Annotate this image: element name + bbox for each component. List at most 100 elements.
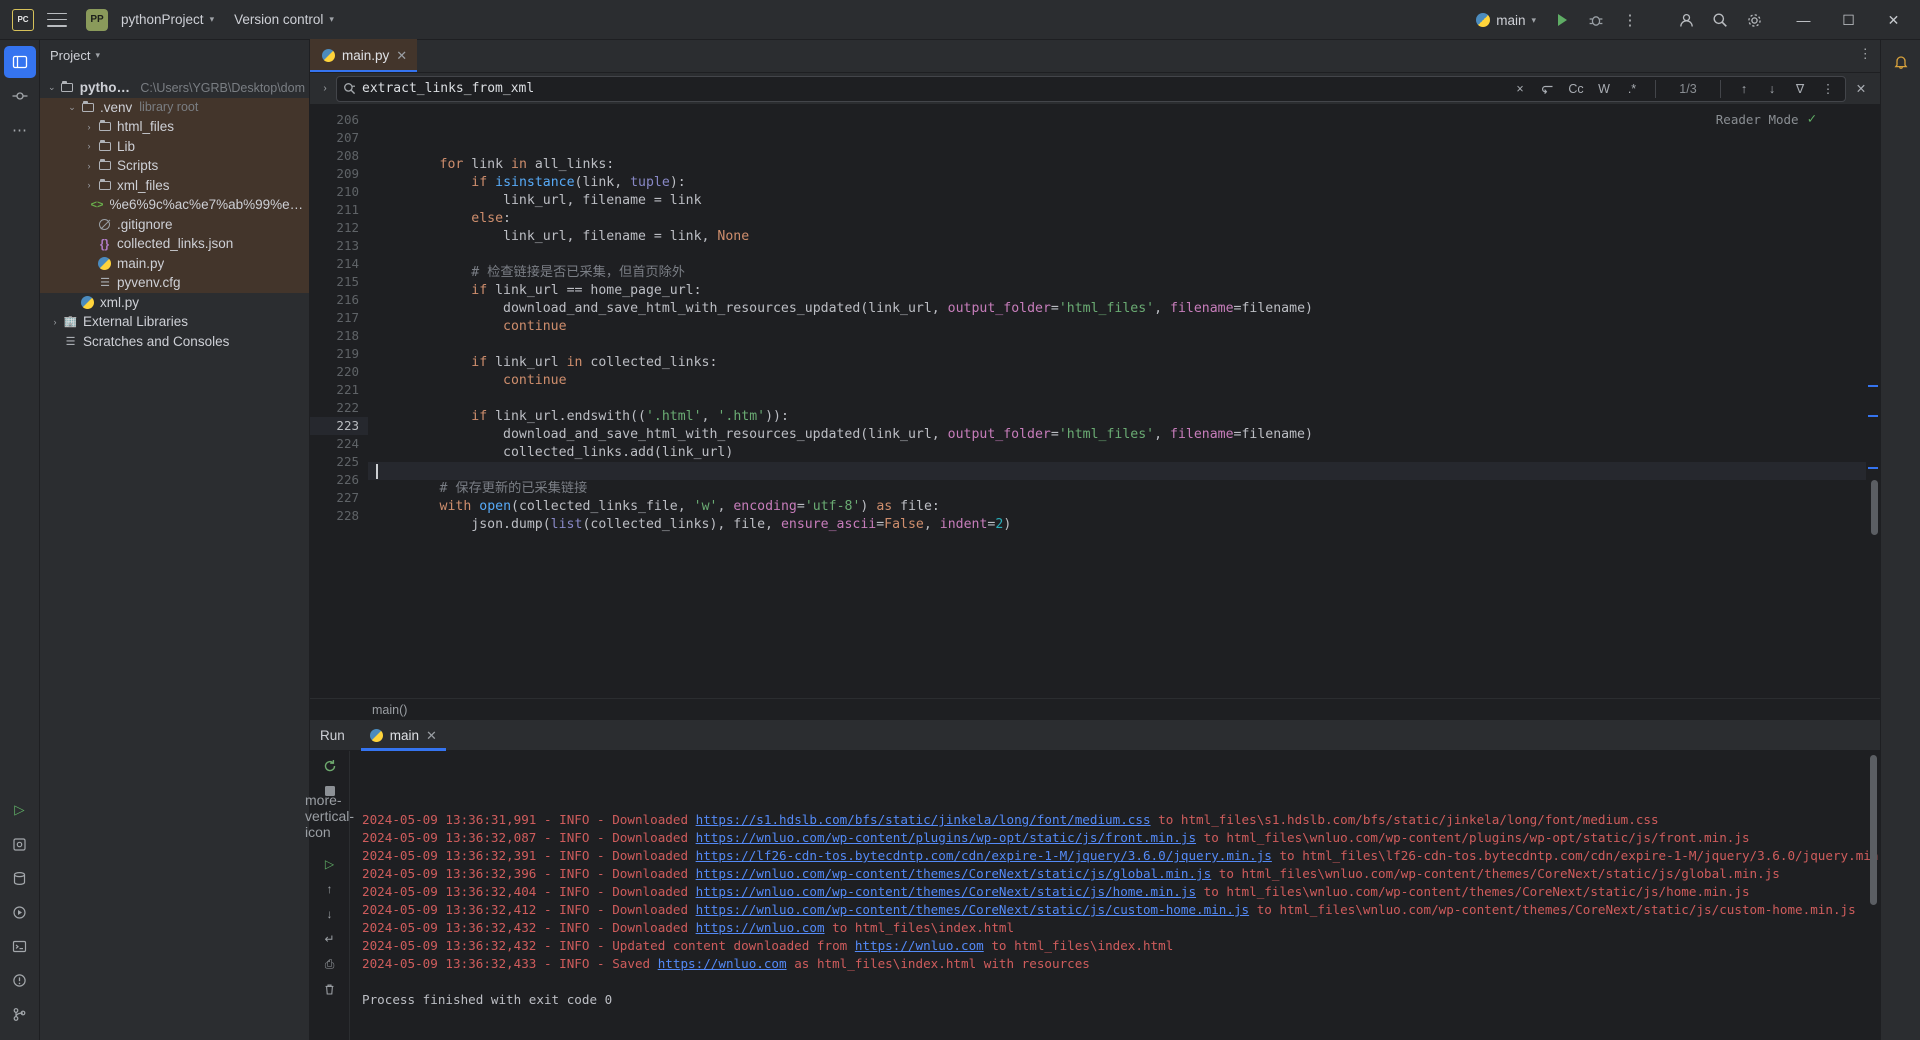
code-line[interactable]: # 检查链接是否已采集，但首页除外: [368, 264, 1866, 282]
code-line[interactable]: link_url, filename = link, None: [368, 228, 1866, 246]
expand-find-icon[interactable]: ›: [314, 83, 336, 94]
inspections-ok-icon[interactable]: ✓: [1808, 111, 1816, 127]
line-number[interactable]: 228: [310, 507, 368, 525]
editor-tab-main-py[interactable]: main.py ✕: [310, 39, 418, 72]
trash-icon[interactable]: [319, 978, 341, 1000]
version-control-menu[interactable]: Version control ▾: [226, 6, 342, 34]
code-line[interactable]: [368, 246, 1866, 264]
sidebar-item-python-packages[interactable]: [4, 828, 36, 860]
line-number[interactable]: 208: [310, 147, 368, 165]
close-icon[interactable]: ✕: [426, 728, 437, 744]
editor-tab-options-icon[interactable]: ⋮: [1859, 46, 1873, 62]
code-line[interactable]: [368, 336, 1866, 354]
line-number[interactable]: 221: [310, 381, 368, 399]
run-console-output[interactable]: 2024-05-09 13:36:31,991 - INFO - Downloa…: [350, 751, 1880, 1040]
console-link[interactable]: https://wnluo.com: [855, 938, 984, 953]
account-icon[interactable]: [1669, 3, 1703, 37]
tree-item-pyvenv-cfg[interactable]: ☰ pyvenv.cfg: [40, 273, 309, 293]
project-panel-header[interactable]: Project ▾: [40, 40, 309, 70]
console-link[interactable]: https://wnluo.com/wp-content/themes/Core…: [696, 884, 1196, 899]
code-line[interactable]: download_and_save_html_with_resources_up…: [368, 300, 1866, 318]
code-line[interactable]: download_and_save_html_with_resources_up…: [368, 426, 1866, 444]
tree-item-collected-links-json[interactable]: {} collected_links.json: [40, 234, 309, 254]
console-link[interactable]: https://wnluo.com/wp-content/plugins/wp-…: [696, 830, 1196, 845]
project-tree[interactable]: ⌄pythonProjectC:\Users\YGRB\Desktop\dom⌄…: [40, 70, 309, 1040]
line-number[interactable]: 227: [310, 489, 368, 507]
match-case-button[interactable]: Cc: [1565, 78, 1587, 100]
line-number[interactable]: 206: [310, 111, 368, 129]
line-number[interactable]: 220: [310, 363, 368, 381]
close-find-icon[interactable]: ✕: [1850, 78, 1872, 100]
chevron-right-icon[interactable]: ›: [82, 122, 96, 132]
tree-item-external-libraries[interactable]: › 🏢 External Libraries: [40, 312, 309, 332]
rerun-icon[interactable]: [319, 755, 341, 777]
more-actions-icon[interactable]: ⋮: [1613, 3, 1647, 37]
tree-item-gitignore[interactable]: .gitignore: [40, 214, 309, 234]
console-scrollbar[interactable]: [1870, 755, 1877, 905]
line-number[interactable]: 210: [310, 183, 368, 201]
chevron-right-icon[interactable]: ›: [48, 317, 62, 327]
print-icon[interactable]: ⎙: [319, 953, 341, 975]
console-link[interactable]: https://lf26-cdn-tos.bytecdntp.com/cdn/e…: [696, 848, 1272, 863]
line-number[interactable]: 214: [310, 255, 368, 273]
line-number[interactable]: 215: [310, 273, 368, 291]
sidebar-item-commit[interactable]: [4, 80, 36, 112]
console-link[interactable]: https://wnluo.com/wp-content/themes/Core…: [696, 902, 1250, 917]
run-more-icon[interactable]: more-vertical-icon: [305, 792, 354, 840]
code-line[interactable]: # 保存更新的已采集链接: [368, 480, 1866, 498]
sidebar-item-run[interactable]: ▷: [4, 794, 36, 826]
line-number[interactable]: 225: [310, 453, 368, 471]
editor-marker-gutter[interactable]: [1866, 105, 1880, 698]
run-configuration-selector[interactable]: main ▾: [1467, 6, 1545, 34]
scroll-up-icon[interactable]: ↑: [319, 878, 341, 900]
chevron-right-icon[interactable]: ›: [82, 161, 96, 171]
chevron-down-icon[interactable]: ⌄: [45, 82, 59, 93]
line-number[interactable]: 212: [310, 219, 368, 237]
filter-icon[interactable]: ∇: [1789, 78, 1811, 100]
tree-item-pythonproject[interactable]: ⌄ pythonProject C:\Users\YGRB\Desktop\dom: [40, 78, 309, 98]
tree-item-lib[interactable]: › Lib: [40, 136, 309, 156]
search-everywhere-icon[interactable]: [1703, 3, 1737, 37]
chevron-down-icon[interactable]: ⌄: [65, 102, 79, 113]
console-link[interactable]: https://wnluo.com/wp-content/themes/Core…: [696, 866, 1212, 881]
code-line[interactable]: [368, 552, 1866, 570]
code-line[interactable]: [368, 390, 1866, 408]
line-number[interactable]: 219: [310, 345, 368, 363]
sidebar-item-terminal[interactable]: [4, 930, 36, 962]
console-link[interactable]: https://wnluo.com: [696, 920, 825, 935]
notifications-icon[interactable]: [1885, 46, 1917, 78]
console-link[interactable]: https://s1.hdslb.com/bfs/static/jinkela/…: [696, 812, 1151, 827]
line-number[interactable]: 224: [310, 435, 368, 453]
code-line[interactable]: collected_links.add(link_url): [368, 444, 1866, 462]
sidebar-item-more-tools[interactable]: ⋯: [4, 114, 36, 146]
code-line[interactable]: if isinstance(link, tuple):: [368, 174, 1866, 192]
line-number[interactable]: 217: [310, 309, 368, 327]
chevron-right-icon[interactable]: ›: [82, 141, 96, 151]
soft-wrap-icon[interactable]: ↵: [319, 928, 341, 950]
debug-button[interactable]: [1579, 3, 1613, 37]
run-tool-icon[interactable]: ▷: [319, 853, 341, 875]
line-number[interactable]: 216: [310, 291, 368, 309]
app-logo-icon[interactable]: PC: [6, 3, 40, 37]
code-line[interactable]: for link in all_links:: [368, 156, 1866, 174]
sidebar-item-problems[interactable]: [4, 964, 36, 996]
sidebar-item-services[interactable]: [4, 896, 36, 928]
run-tab-main[interactable]: main ✕: [360, 721, 447, 751]
tree-item-venv[interactable]: ⌄ .venv library root: [40, 97, 309, 117]
find-previous-icon[interactable]: ↑: [1733, 78, 1755, 100]
code-content[interactable]: Reader Mode ✓ for link in all_links: if …: [368, 105, 1866, 698]
clear-search-icon[interactable]: ×: [1509, 78, 1531, 100]
tree-item-html-files[interactable]: › html_files: [40, 117, 309, 137]
breadcrumb[interactable]: main(): [310, 698, 1880, 720]
code-line[interactable]: json.dump(list(collected_links), file, e…: [368, 516, 1866, 534]
code-line[interactable]: if link_url.endswith(('.html', '.htm')):: [368, 408, 1866, 426]
line-number[interactable]: 207: [310, 129, 368, 147]
code-line[interactable]: with open(collected_links_file, 'w', enc…: [368, 498, 1866, 516]
code-line[interactable]: continue: [368, 318, 1866, 336]
close-icon[interactable]: ✕: [396, 48, 407, 64]
sidebar-item-project[interactable]: [3, 46, 36, 78]
tree-item-xml-files[interactable]: › xml_files: [40, 175, 309, 195]
sidebar-item-version-control[interactable]: [4, 998, 36, 1030]
maximize-button[interactable]: ☐: [1826, 0, 1871, 40]
line-number[interactable]: 226: [310, 471, 368, 489]
